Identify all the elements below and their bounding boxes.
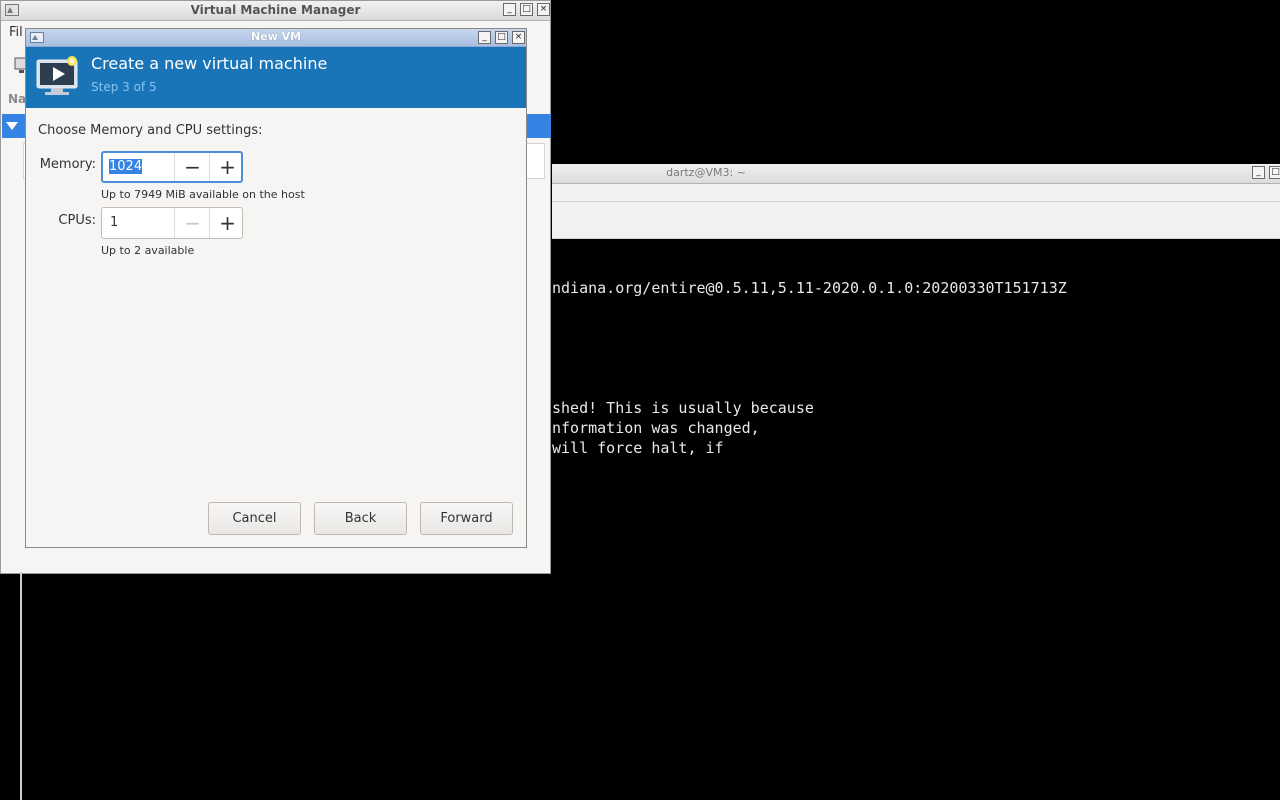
- step-indicator: Step 3 of 5: [91, 80, 157, 94]
- plus-icon[interactable]: +: [209, 208, 245, 238]
- dialog-titlebar[interactable]: New VM _ □ ×: [26, 29, 526, 47]
- terminal-titlebar[interactable]: dartz@VM3: ~ _ □: [552, 164, 1280, 184]
- minimize-icon[interactable]: _: [503, 3, 516, 16]
- memory-spinbutton[interactable]: 1024 − +: [101, 151, 243, 183]
- maximize-icon[interactable]: □: [1269, 166, 1280, 179]
- minimize-icon[interactable]: _: [1252, 166, 1265, 179]
- close-icon[interactable]: ×: [512, 31, 525, 44]
- menu-file[interactable]: Fil: [9, 25, 23, 40]
- terminal-line: shed! This is usually because: [552, 399, 814, 417]
- back-button[interactable]: Back: [314, 502, 407, 535]
- terminal-toolbar: [552, 184, 1280, 239]
- new-vm-icon: [36, 56, 78, 95]
- forward-button[interactable]: Forward: [420, 502, 513, 535]
- terminal-line: will force halt, if: [552, 439, 724, 457]
- cancel-button[interactable]: Cancel: [208, 502, 301, 535]
- cpus-input[interactable]: 1: [110, 208, 174, 238]
- expander-icon[interactable]: [6, 121, 18, 131]
- memory-input[interactable]: 1024: [109, 153, 173, 181]
- new-vm-dialog: New VM _ □ × Create a new virtual machin…: [25, 28, 527, 548]
- terminal-window: dartz@VM3: ~ _ □ ndiana.org/entire@0.5.1…: [552, 164, 1280, 800]
- divider: [20, 572, 22, 800]
- close-icon[interactable]: ×: [537, 3, 550, 16]
- dialog-header: Create a new virtual machine Step 3 of 5: [26, 47, 526, 108]
- vmm-titlebar[interactable]: Virtual Machine Manager _ □ ×: [1, 1, 550, 21]
- plus-icon[interactable]: +: [209, 153, 245, 181]
- minimize-icon[interactable]: _: [478, 31, 491, 44]
- column-header-name[interactable]: Na: [8, 92, 26, 106]
- settings-heading: Choose Memory and CPU settings:: [38, 123, 263, 138]
- vmm-title: Virtual Machine Manager: [190, 3, 361, 17]
- memory-label: Memory:: [39, 157, 96, 172]
- terminal-line: nformation was changed,: [552, 419, 760, 437]
- dialog-header-title: Create a new virtual machine: [91, 54, 328, 73]
- cpus-label: CPUs:: [58, 213, 96, 228]
- minus-icon[interactable]: −: [174, 153, 210, 181]
- memory-hint: Up to 7949 MiB available on the host: [101, 188, 305, 201]
- memory-value: 1024: [109, 159, 143, 174]
- maximize-icon[interactable]: □: [495, 31, 508, 44]
- minus-icon[interactable]: −: [174, 208, 210, 238]
- terminal-line: ndiana.org/entire@0.5.11,5.11-2020.0.1.0…: [552, 279, 1067, 297]
- dialog-title: New VM: [250, 30, 302, 43]
- terminal-title: dartz@VM3: ~: [666, 166, 746, 179]
- maximize-icon[interactable]: □: [520, 3, 533, 16]
- cpus-hint: Up to 2 available: [101, 244, 195, 257]
- cpus-spinbutton[interactable]: 1 − +: [101, 207, 243, 239]
